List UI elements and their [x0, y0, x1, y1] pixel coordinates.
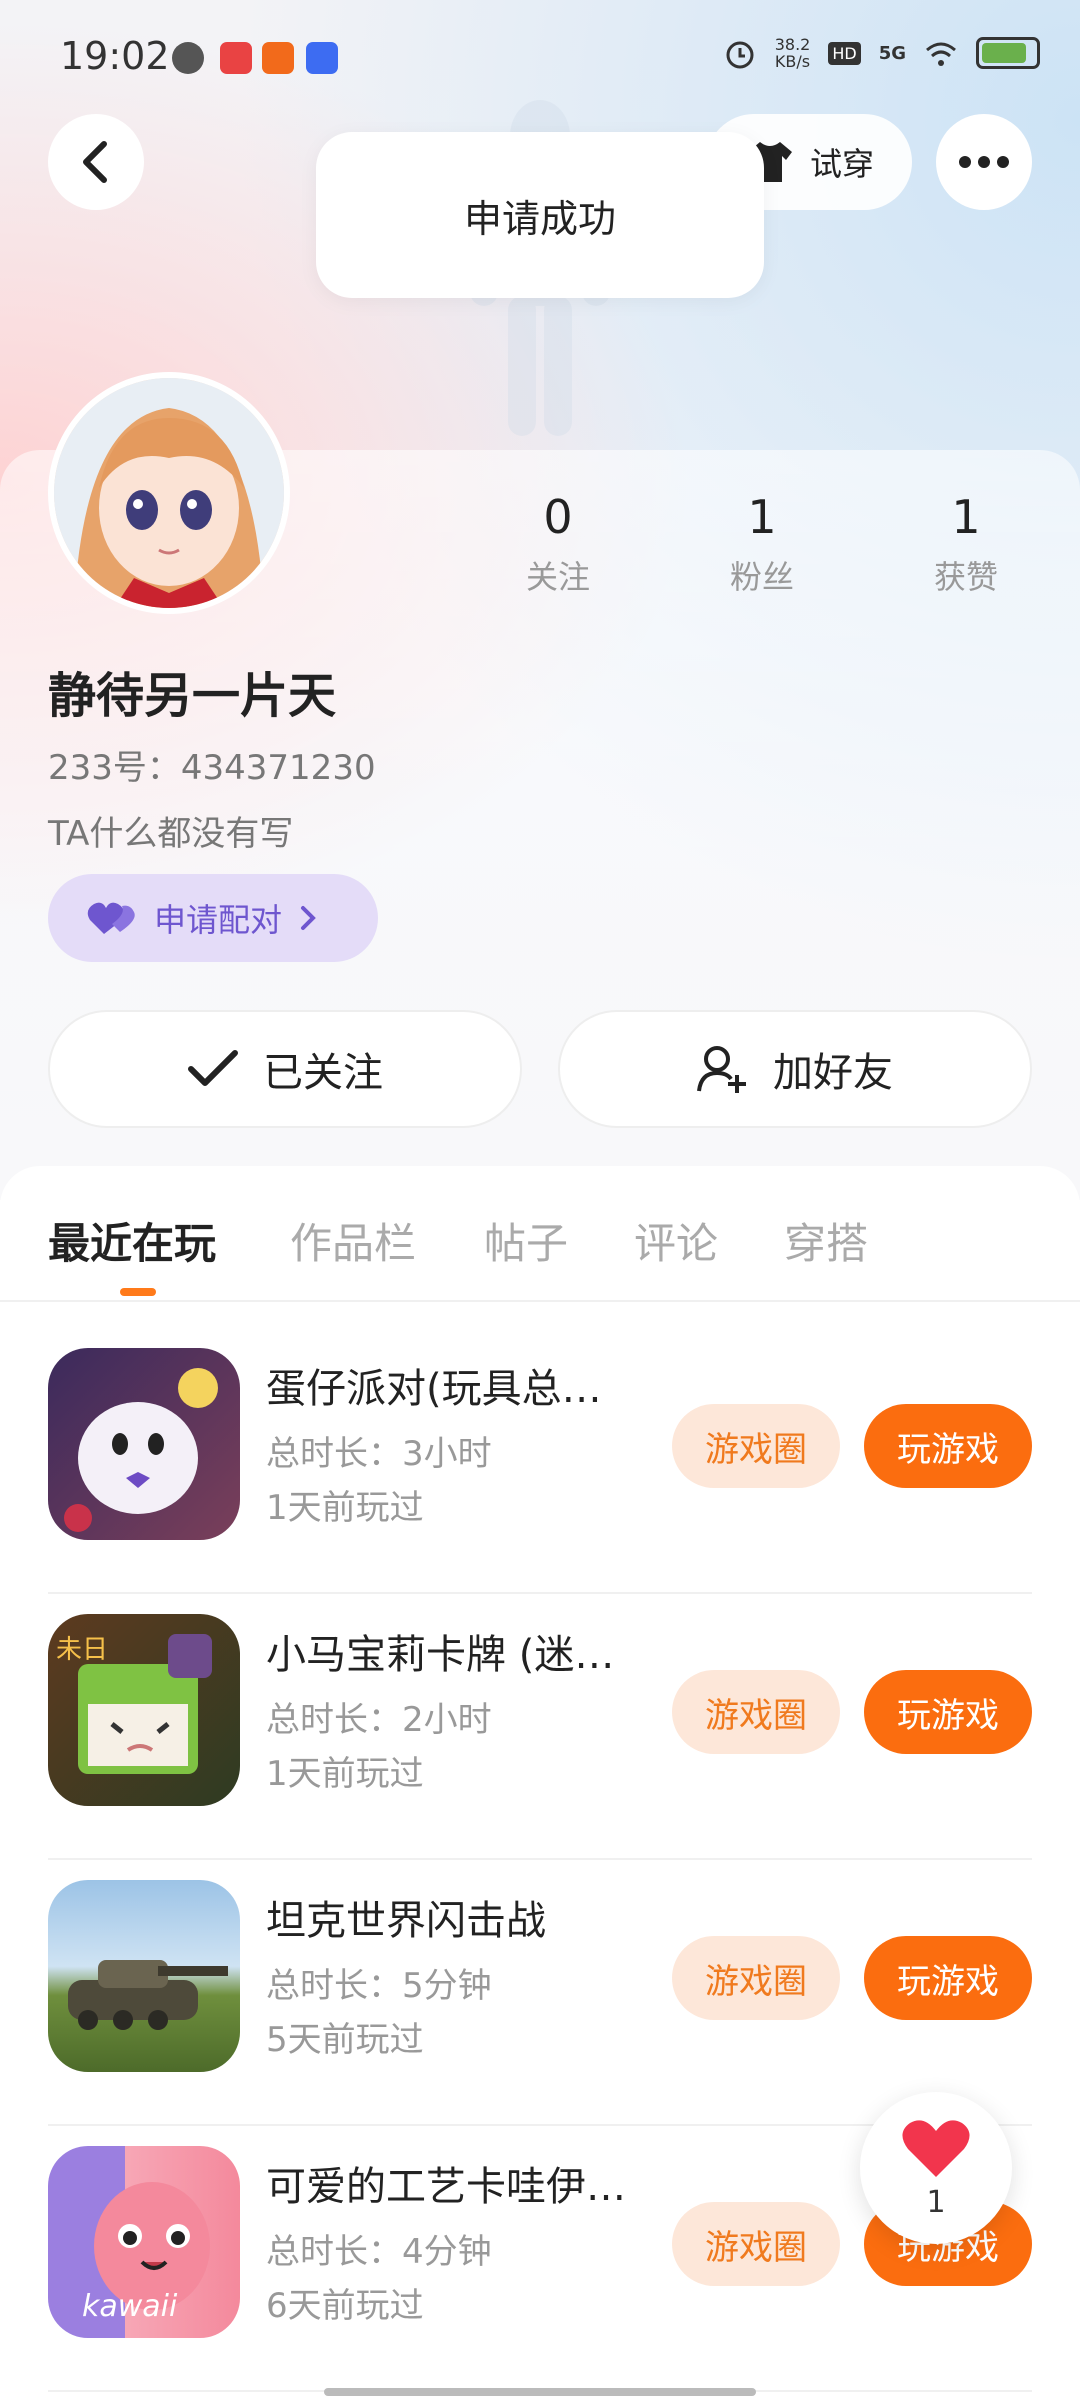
- battery-icon: [976, 37, 1040, 69]
- eggy-character-image: [64, 1368, 218, 1532]
- check-icon: [188, 1050, 238, 1086]
- tab-recent-played[interactable]: 最近在玩: [48, 1210, 216, 1271]
- profile-tabs: 最近在玩 作品栏 帖子 评论 穿搭: [0, 1166, 1080, 1302]
- network-type: 5G: [878, 42, 906, 64]
- wifi-icon: [926, 42, 956, 66]
- tab-works[interactable]: 作品栏: [290, 1210, 416, 1271]
- tab-posts[interactable]: 帖子: [484, 1210, 568, 1271]
- try-on-label: 试穿: [809, 145, 874, 183]
- request-pair-button[interactable]: 申请配对: [48, 874, 378, 962]
- game-icon-kawaii-craft: kawaii: [48, 2146, 240, 2338]
- hd-badge: HD: [828, 41, 861, 65]
- message-icon: [172, 42, 204, 74]
- game-title: 可爱的工艺卡哇伊…: [266, 2164, 626, 2210]
- avatar[interactable]: [48, 372, 290, 614]
- game-duration: 总时长：5分钟: [266, 1966, 492, 2006]
- network-speed: 38.2 KB/s: [775, 36, 811, 70]
- followed-button[interactable]: 已关注: [48, 1010, 522, 1128]
- baidu-icon: [220, 42, 252, 74]
- following-label: 关注: [525, 558, 590, 596]
- game-circle-button[interactable]: 游戏圈: [672, 1670, 840, 1754]
- game-title: 蛋仔派对(玩具总…: [266, 1366, 602, 1412]
- play-game-button[interactable]: 玩游戏: [864, 1404, 1032, 1488]
- pair-label: 申请配对: [154, 901, 283, 939]
- tank-image: [68, 1960, 228, 2030]
- like-floating-button[interactable]: 1: [860, 2092, 1012, 2244]
- anime-avatar-image: [54, 378, 284, 608]
- game-last-played: 5天前玩过: [266, 2020, 424, 2060]
- like-count: 1: [926, 2184, 946, 2220]
- heart-icon: [902, 2119, 970, 2177]
- game-circle-button[interactable]: 游戏圈: [672, 1404, 840, 1488]
- back-button[interactable]: [48, 114, 144, 210]
- play-game-button[interactable]: 玩游戏: [864, 1670, 1032, 1754]
- game-circle-button[interactable]: 游戏圈: [672, 2202, 840, 2286]
- tab-outfits[interactable]: 穿搭: [784, 1210, 868, 1271]
- game-duration: 总时长：4分钟: [266, 2232, 492, 2272]
- game-last-played: 1天前玩过: [266, 1754, 424, 1794]
- game-row[interactable]: 坦克世界闪击战 总时长：5分钟 5天前玩过 游戏圈 玩游戏: [48, 1858, 1032, 2126]
- stat-likes[interactable]: 1 获赞: [886, 490, 1046, 598]
- active-tab-indicator: [120, 1288, 156, 1296]
- block-character-image: 未日: [56, 1634, 212, 1774]
- taobao-icon: [262, 42, 294, 74]
- add-friend-button[interactable]: 加好友: [558, 1010, 1032, 1128]
- profile-name: 静待另一片天: [48, 668, 337, 724]
- back-arrow-icon: [83, 141, 107, 183]
- tab-comments[interactable]: 评论: [634, 1210, 718, 1271]
- status-right: 38.2 KB/s HD 5G: [723, 36, 1040, 70]
- game-icon-eggy-party: [48, 1348, 240, 1540]
- game-row[interactable]: 未日 小马宝莉卡牌 (迷… 总时长：2小时 1天前玩过 游戏圈 玩游戏: [48, 1592, 1032, 1860]
- more-button[interactable]: [936, 114, 1032, 210]
- speed-value: 38.2: [774, 35, 811, 54]
- kawaii-character-image: kawaii: [82, 2182, 210, 2324]
- fans-label: 粉丝: [729, 558, 794, 596]
- stat-fans[interactable]: 1 粉丝: [682, 490, 842, 598]
- game-icon-pony-cards: 未日: [48, 1614, 240, 1806]
- game-duration: 总时长：2小时: [266, 1700, 492, 1740]
- play-game-button[interactable]: 玩游戏: [864, 1936, 1032, 2020]
- likes-count: 1: [951, 490, 981, 544]
- pair-hearts-icon: [87, 902, 135, 934]
- add-friend-label: 加好友: [773, 1050, 893, 1096]
- following-count: 0: [543, 490, 573, 544]
- fans-count: 1: [747, 490, 777, 544]
- game-icon-world-of-tanks: [48, 1880, 240, 2072]
- success-toast: 申请成功: [316, 132, 764, 298]
- more-dots-icon: [959, 156, 1009, 168]
- chat-app-icon: [306, 42, 338, 74]
- likes-label: 获赞: [933, 558, 998, 596]
- profile-uid: 233号：434371230: [48, 748, 376, 788]
- game-circle-button[interactable]: 游戏圈: [672, 1936, 840, 2020]
- game-duration: 总时长：3小时: [266, 1434, 492, 1474]
- chevron-right-icon: [301, 906, 316, 930]
- followed-label: 已关注: [263, 1050, 383, 1096]
- profile-bio: TA什么都没有写: [48, 814, 294, 854]
- status-time: 19:02: [60, 34, 170, 78]
- game-title: 坦克世界闪击战: [266, 1898, 546, 1944]
- add-user-icon: [697, 1046, 746, 1093]
- alarm-icon: [726, 41, 754, 69]
- home-indicator[interactable]: [324, 2388, 756, 2396]
- stat-following[interactable]: 0 关注: [478, 490, 638, 598]
- game-row[interactable]: 蛋仔派对(玩具总… 总时长：3小时 1天前玩过 游戏圈 玩游戏: [48, 1326, 1032, 1594]
- game-last-played: 6天前玩过: [266, 2286, 424, 2326]
- svg-text:未日: 未日: [56, 1635, 108, 1665]
- speed-unit: KB/s: [774, 52, 811, 71]
- game-title: 小马宝莉卡牌 (迷…: [266, 1632, 615, 1678]
- kawaii-logo-text: kawaii: [82, 2289, 178, 2324]
- game-last-played: 1天前玩过: [266, 1488, 424, 1528]
